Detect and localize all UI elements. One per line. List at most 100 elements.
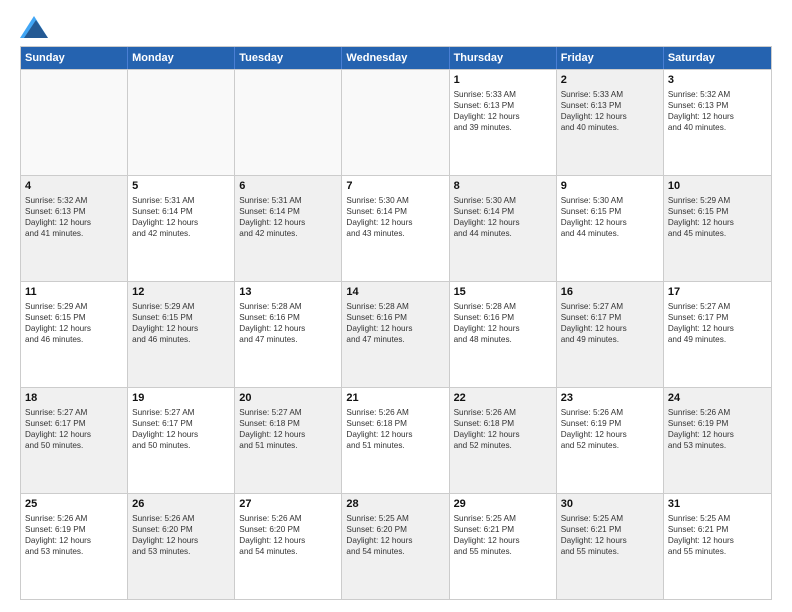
cell-content: Sunrise: 5:30 AM Sunset: 6:14 PM Dayligh… <box>346 195 444 239</box>
cal-cell-day-7: 7Sunrise: 5:30 AM Sunset: 6:14 PM Daylig… <box>342 176 449 281</box>
day-number: 24 <box>668 391 767 406</box>
cal-cell-day-9: 9Sunrise: 5:30 AM Sunset: 6:15 PM Daylig… <box>557 176 664 281</box>
header-day-tuesday: Tuesday <box>235 47 342 69</box>
cell-content: Sunrise: 5:29 AM Sunset: 6:15 PM Dayligh… <box>25 301 123 345</box>
cal-cell-day-6: 6Sunrise: 5:31 AM Sunset: 6:14 PM Daylig… <box>235 176 342 281</box>
cal-row-2: 11Sunrise: 5:29 AM Sunset: 6:15 PM Dayli… <box>21 281 771 387</box>
cal-cell-day-30: 30Sunrise: 5:25 AM Sunset: 6:21 PM Dayli… <box>557 494 664 599</box>
cal-cell-day-25: 25Sunrise: 5:26 AM Sunset: 6:19 PM Dayli… <box>21 494 128 599</box>
cal-cell-day-16: 16Sunrise: 5:27 AM Sunset: 6:17 PM Dayli… <box>557 282 664 387</box>
cell-content: Sunrise: 5:27 AM Sunset: 6:17 PM Dayligh… <box>132 407 230 451</box>
day-number: 22 <box>454 391 552 406</box>
cal-row-3: 18Sunrise: 5:27 AM Sunset: 6:17 PM Dayli… <box>21 387 771 493</box>
day-number: 16 <box>561 285 659 300</box>
cal-cell-day-22: 22Sunrise: 5:26 AM Sunset: 6:18 PM Dayli… <box>450 388 557 493</box>
cal-cell-day-4: 4Sunrise: 5:32 AM Sunset: 6:13 PM Daylig… <box>21 176 128 281</box>
header-day-friday: Friday <box>557 47 664 69</box>
page: SundayMondayTuesdayWednesdayThursdayFrid… <box>0 0 792 612</box>
cal-cell-empty <box>128 70 235 175</box>
calendar-body: 1 Sunrise: 5:33 AM Sunset: 6:13 PM Daylig… <box>21 69 771 599</box>
cal-cell-day-15: 15Sunrise: 5:28 AM Sunset: 6:16 PM Dayli… <box>450 282 557 387</box>
cal-row-4: 25Sunrise: 5:26 AM Sunset: 6:19 PM Dayli… <box>21 493 771 599</box>
cell-content: Sunrise: 5:27 AM Sunset: 6:17 PM Dayligh… <box>25 407 123 451</box>
header-day-wednesday: Wednesday <box>342 47 449 69</box>
cal-cell-day-11: 11Sunrise: 5:29 AM Sunset: 6:15 PM Dayli… <box>21 282 128 387</box>
cell-content: Sunrise: 5:33 AM Sunset: 6:13 PM Dayligh… <box>561 89 659 133</box>
day-number: 27 <box>239 497 337 512</box>
cal-cell-day-13: 13Sunrise: 5:28 AM Sunset: 6:16 PM Dayli… <box>235 282 342 387</box>
day-number: 11 <box>25 285 123 300</box>
cell-content: Sunrise: 5:26 AM Sunset: 6:19 PM Dayligh… <box>561 407 659 451</box>
cell-content: Sunrise: 5:31 AM Sunset: 6:14 PM Dayligh… <box>239 195 337 239</box>
cal-cell-day-8: 8Sunrise: 5:30 AM Sunset: 6:14 PM Daylig… <box>450 176 557 281</box>
day-number: 14 <box>346 285 444 300</box>
cell-content: Sunrise: 5:30 AM Sunset: 6:14 PM Dayligh… <box>454 195 552 239</box>
cell-content: Sunrise: 5:25 AM Sunset: 6:20 PM Dayligh… <box>346 513 444 557</box>
cal-cell-day-31: 31Sunrise: 5:25 AM Sunset: 6:21 PM Dayli… <box>664 494 771 599</box>
cal-cell-day-29: 29Sunrise: 5:25 AM Sunset: 6:21 PM Dayli… <box>450 494 557 599</box>
cell-content: Sunrise: 5:30 AM Sunset: 6:15 PM Dayligh… <box>561 195 659 239</box>
header-day-thursday: Thursday <box>450 47 557 69</box>
day-number: 6 <box>239 179 337 194</box>
calendar: SundayMondayTuesdayWednesdayThursdayFrid… <box>20 46 772 600</box>
cal-cell-day-10: 10Sunrise: 5:29 AM Sunset: 6:15 PM Dayli… <box>664 176 771 281</box>
header <box>20 16 772 38</box>
cell-content: Sunrise: 5:25 AM Sunset: 6:21 PM Dayligh… <box>668 513 767 557</box>
day-number: 5 <box>132 179 230 194</box>
day-number: 23 <box>561 391 659 406</box>
day-number: 21 <box>346 391 444 406</box>
cal-cell-day-5: 5Sunrise: 5:31 AM Sunset: 6:14 PM Daylig… <box>128 176 235 281</box>
cal-cell-empty <box>342 70 449 175</box>
day-number: 7 <box>346 179 444 194</box>
cal-row-0: 1 Sunrise: 5:33 AM Sunset: 6:13 PM Daylig… <box>21 69 771 175</box>
day-number: 4 <box>25 179 123 194</box>
logo-icon <box>20 16 48 38</box>
day-number: 19 <box>132 391 230 406</box>
cell-content: Sunrise: 5:25 AM Sunset: 6:21 PM Dayligh… <box>454 513 552 557</box>
day-number: 20 <box>239 391 337 406</box>
cell-content: Sunrise: 5:32 AM Sunset: 6:13 PM Dayligh… <box>668 89 767 133</box>
cal-cell-day-17: 17Sunrise: 5:27 AM Sunset: 6:17 PM Dayli… <box>664 282 771 387</box>
cal-cell-day-28: 28Sunrise: 5:25 AM Sunset: 6:20 PM Dayli… <box>342 494 449 599</box>
cal-cell-day-26: 26Sunrise: 5:26 AM Sunset: 6:20 PM Dayli… <box>128 494 235 599</box>
cell-content: Sunrise: 5:26 AM Sunset: 6:18 PM Dayligh… <box>346 407 444 451</box>
cell-content: Sunrise: 5:27 AM Sunset: 6:17 PM Dayligh… <box>561 301 659 345</box>
cal-cell-day-14: 14Sunrise: 5:28 AM Sunset: 6:16 PM Dayli… <box>342 282 449 387</box>
cell-content: Sunrise: 5:26 AM Sunset: 6:19 PM Dayligh… <box>25 513 123 557</box>
cal-cell-day-1: 1Sunrise: 5:33 AM Sunset: 6:13 PM Daylig… <box>450 70 557 175</box>
cell-content: Sunrise: 5:26 AM Sunset: 6:20 PM Dayligh… <box>239 513 337 557</box>
header-day-monday: Monday <box>128 47 235 69</box>
cell-content: Sunrise: 5:28 AM Sunset: 6:16 PM Dayligh… <box>346 301 444 345</box>
day-number: 12 <box>132 285 230 300</box>
cal-cell-day-21: 21Sunrise: 5:26 AM Sunset: 6:18 PM Dayli… <box>342 388 449 493</box>
cal-cell-day-19: 19Sunrise: 5:27 AM Sunset: 6:17 PM Dayli… <box>128 388 235 493</box>
day-number: 30 <box>561 497 659 512</box>
cell-content: Sunrise: 5:29 AM Sunset: 6:15 PM Dayligh… <box>132 301 230 345</box>
cell-content: Sunrise: 5:31 AM Sunset: 6:14 PM Dayligh… <box>132 195 230 239</box>
day-number: 29 <box>454 497 552 512</box>
cal-cell-day-27: 27Sunrise: 5:26 AM Sunset: 6:20 PM Dayli… <box>235 494 342 599</box>
day-number: 26 <box>132 497 230 512</box>
header-day-sunday: Sunday <box>21 47 128 69</box>
day-number: 25 <box>25 497 123 512</box>
cal-cell-day-20: 20Sunrise: 5:27 AM Sunset: 6:18 PM Dayli… <box>235 388 342 493</box>
cell-content: Sunrise: 5:27 AM Sunset: 6:18 PM Dayligh… <box>239 407 337 451</box>
day-number: 9 <box>561 179 659 194</box>
header-day-saturday: Saturday <box>664 47 771 69</box>
calendar-header: SundayMondayTuesdayWednesdayThursdayFrid… <box>21 47 771 69</box>
day-number: 10 <box>668 179 767 194</box>
cal-cell-day-12: 12Sunrise: 5:29 AM Sunset: 6:15 PM Dayli… <box>128 282 235 387</box>
logo <box>20 16 52 38</box>
day-number: 18 <box>25 391 123 406</box>
day-number: 28 <box>346 497 444 512</box>
cal-row-1: 4Sunrise: 5:32 AM Sunset: 6:13 PM Daylig… <box>21 175 771 281</box>
cal-cell-day-3: 3Sunrise: 5:32 AM Sunset: 6:13 PM Daylig… <box>664 70 771 175</box>
cal-cell-day-23: 23Sunrise: 5:26 AM Sunset: 6:19 PM Dayli… <box>557 388 664 493</box>
day-number: 17 <box>668 285 767 300</box>
day-number: 1 <box>454 73 552 88</box>
day-number: 13 <box>239 285 337 300</box>
cal-cell-day-18: 18Sunrise: 5:27 AM Sunset: 6:17 PM Dayli… <box>21 388 128 493</box>
cell-content: Sunrise: 5:27 AM Sunset: 6:17 PM Dayligh… <box>668 301 767 345</box>
cal-cell-empty <box>235 70 342 175</box>
cell-content: Sunrise: 5:26 AM Sunset: 6:19 PM Dayligh… <box>668 407 767 451</box>
